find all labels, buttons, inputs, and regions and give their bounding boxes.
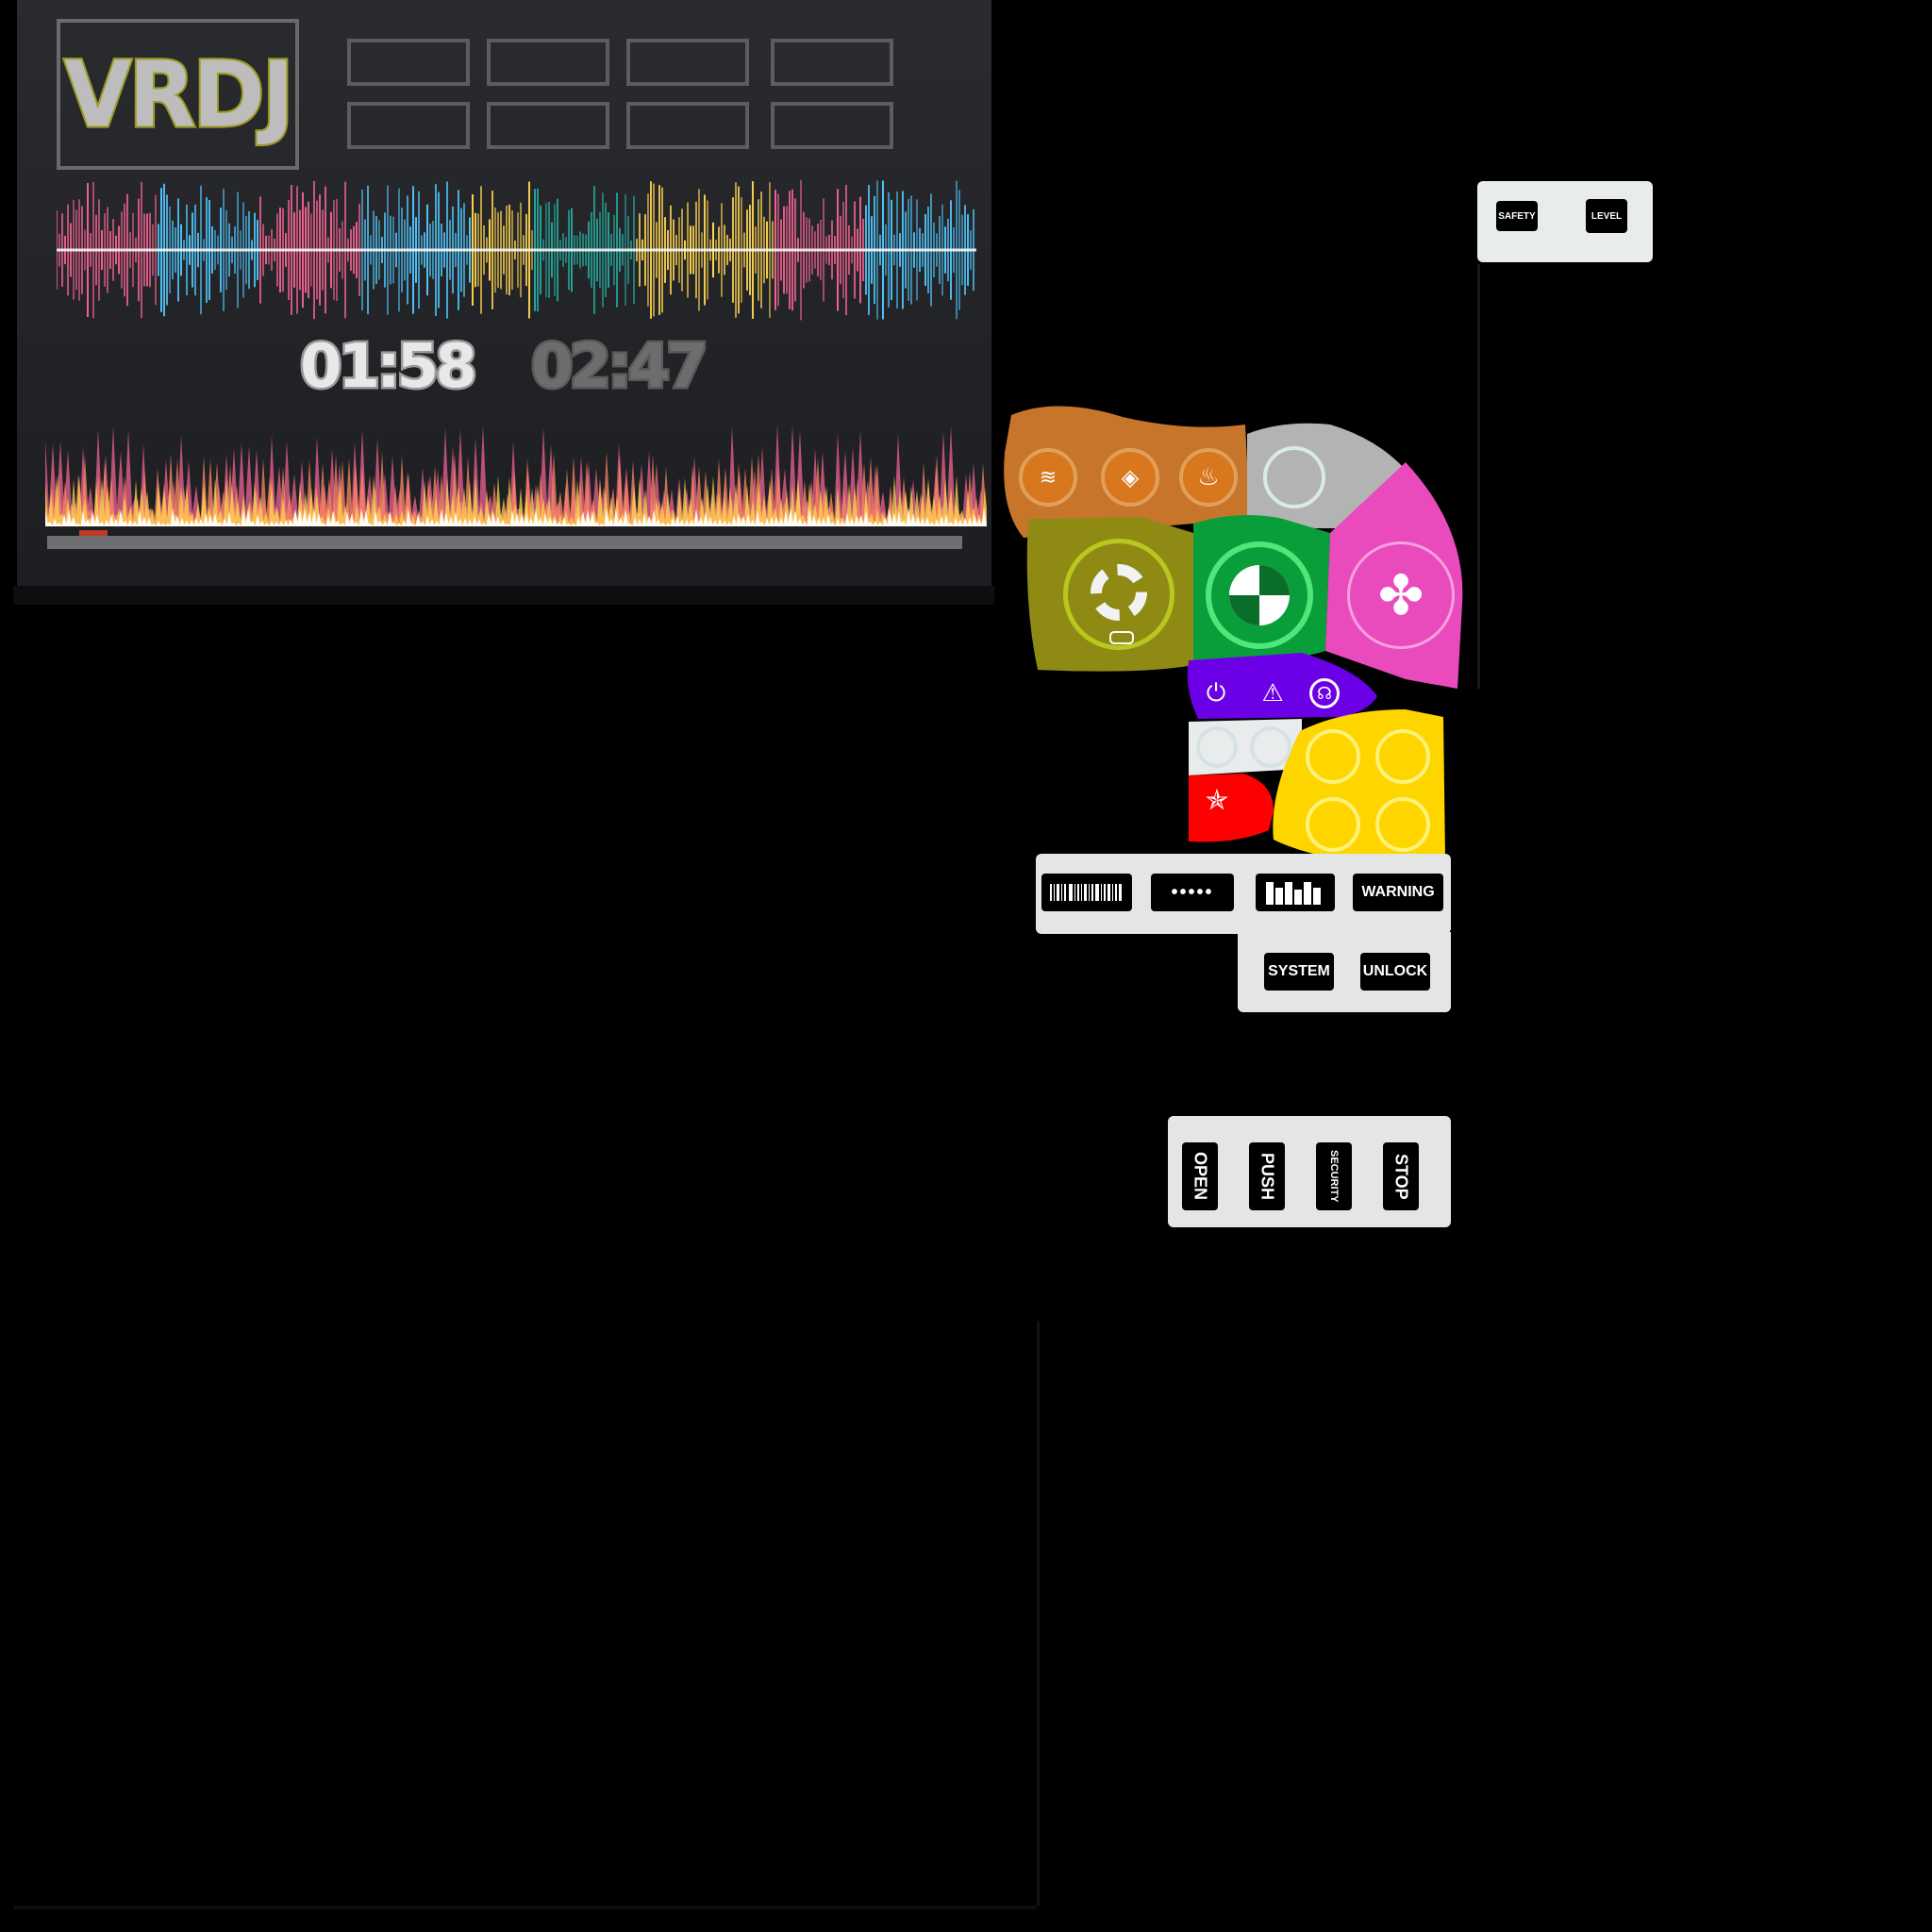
clover-icon: ✤ — [1377, 563, 1424, 627]
pad-6[interactable] — [487, 102, 609, 149]
clover-button[interactable]: ✤ — [1347, 541, 1455, 649]
heat-bars-icon[interactable]: ≋ — [1019, 448, 1077, 507]
equalizer-blocks-icon — [1266, 882, 1321, 905]
deck-shadow — [13, 586, 994, 605]
ring-button-2[interactable] — [1250, 726, 1291, 768]
label-strip: ••••• WARNING — [1036, 854, 1451, 934]
push-button[interactable]: PUSH — [1249, 1142, 1285, 1210]
bars-button[interactable] — [1256, 874, 1335, 911]
barcode-button[interactable] — [1041, 874, 1132, 911]
track-waveform-detail[interactable] — [45, 406, 987, 528]
level-button[interactable]: LEVEL — [1586, 199, 1627, 233]
open-button[interactable]: OPEN — [1182, 1142, 1218, 1210]
pad-1[interactable] — [347, 39, 470, 86]
security-button[interactable]: SECURITY — [1316, 1142, 1352, 1210]
grey-ring-button[interactable] — [1263, 446, 1325, 508]
pad-7[interactable] — [626, 102, 749, 149]
vertical-label-strip: OPEN PUSH SECURITY STOP — [1168, 1116, 1451, 1227]
vrdj-logo: VRDJ — [57, 19, 299, 170]
headset-icon[interactable]: ☊ — [1309, 678, 1340, 708]
indicator-pill — [1109, 631, 1134, 644]
elapsed-time: 01:58 — [298, 330, 480, 405]
eye-icon[interactable]: ◈ — [1101, 448, 1159, 507]
barcode-icon — [1050, 884, 1122, 901]
pad-3[interactable] — [626, 39, 749, 86]
pad-4[interactable] — [771, 39, 893, 86]
safety-level-strip: SAFETY LEVEL — [1477, 181, 1653, 262]
system-strip: SYSTEM UNLOCK — [1238, 932, 1451, 1012]
logo-text: VRDJ — [62, 40, 296, 150]
system-button[interactable]: SYSTEM — [1264, 953, 1334, 991]
dots-icon[interactable]: ••••• — [1151, 874, 1234, 911]
yellow-ring-3[interactable] — [1306, 797, 1360, 852]
playhead-marker[interactable] — [79, 530, 108, 536]
lifebuoy-icon — [1091, 564, 1147, 621]
yellow-ring-2[interactable] — [1375, 729, 1430, 784]
stop-button[interactable]: STOP — [1383, 1142, 1419, 1210]
target-button[interactable] — [1206, 541, 1313, 649]
star-icon[interactable]: ✯ — [1200, 783, 1234, 817]
track-waveform-overview[interactable] — [57, 175, 976, 325]
quadrant-target-icon — [1229, 565, 1290, 625]
warning-button[interactable]: WARNING — [1353, 874, 1443, 911]
lifebuoy-button[interactable] — [1063, 539, 1174, 650]
pad-2[interactable] — [487, 39, 609, 86]
divider-line — [1037, 1321, 1040, 1906]
ring-button-1[interactable] — [1196, 726, 1238, 768]
unlock-button[interactable]: UNLOCK — [1360, 953, 1430, 991]
yellow-ring-4[interactable] — [1375, 797, 1430, 852]
safety-button[interactable]: SAFETY — [1496, 201, 1538, 231]
pad-5[interactable] — [347, 102, 470, 149]
total-time: 02:47 — [529, 330, 711, 405]
divider-line-bottom — [13, 1906, 1037, 1909]
warning-signal-icon[interactable]: ⚠ — [1255, 677, 1291, 709]
yellow-ring-1[interactable] — [1306, 729, 1360, 784]
pad-8[interactable] — [771, 102, 893, 149]
dj-deck-panel: VRDJ 01:58 02:47 — [17, 0, 991, 586]
progress-track[interactable] — [47, 536, 962, 549]
heat-waves-icon[interactable]: ♨ — [1179, 448, 1238, 507]
power-icon[interactable]: ⏻ — [1200, 677, 1232, 709]
